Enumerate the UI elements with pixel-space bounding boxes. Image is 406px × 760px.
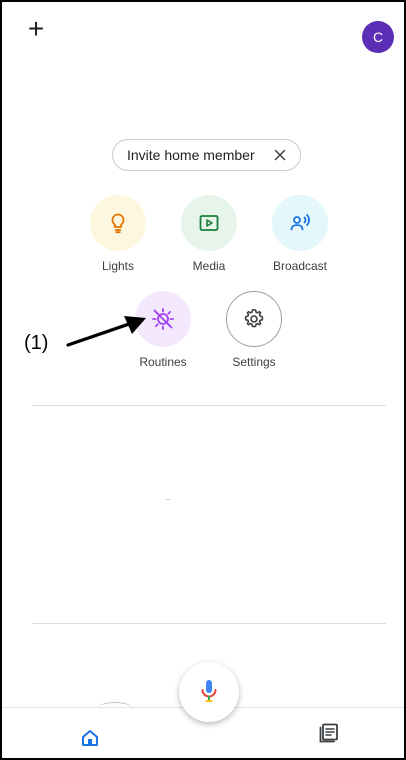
media-circle <box>181 195 237 251</box>
invite-chip-label: Invite home member <box>127 147 255 163</box>
section-divider-bottom <box>32 623 386 624</box>
tile-lights[interactable]: Lights <box>73 195 163 273</box>
lights-circle <box>90 195 146 251</box>
annotation-arrow-icon <box>66 316 146 347</box>
voice-assistant-button[interactable] <box>179 662 239 722</box>
tile-broadcast[interactable]: Broadcast <box>255 195 345 273</box>
top-bar: + C <box>2 2 404 66</box>
gear-icon <box>244 309 264 328</box>
tile-settings[interactable]: Settings <box>209 291 299 369</box>
settings-circle <box>226 291 282 347</box>
home-icon[interactable] <box>80 728 100 748</box>
add-button[interactable]: + <box>22 15 50 44</box>
tile-broadcast-label: Broadcast <box>272 259 328 273</box>
broadcast-icon <box>290 214 310 231</box>
tile-media[interactable]: Media <box>164 195 254 273</box>
annotation-label: (1) <box>24 332 49 354</box>
routines-sun-icon <box>152 308 174 330</box>
tile-settings-label: Settings <box>232 355 276 369</box>
section-divider-top <box>32 405 386 406</box>
broadcast-circle <box>272 195 328 251</box>
app-screen: + C Invite home member Lights Media Broa… <box>0 0 406 760</box>
invite-home-member-chip[interactable]: Invite home member <box>112 139 301 171</box>
tile-media-label: Media <box>192 259 226 273</box>
tile-routines-label: Routines <box>139 355 187 369</box>
account-avatar[interactable]: C <box>362 21 394 53</box>
play-box-icon <box>199 215 219 231</box>
feed-icon[interactable] <box>318 722 340 744</box>
lightbulb-icon <box>111 213 125 234</box>
close-icon[interactable] <box>272 147 288 163</box>
microphone-icon <box>201 680 217 702</box>
loading-speck <box>166 499 170 500</box>
tile-lights-label: Lights <box>101 259 135 273</box>
